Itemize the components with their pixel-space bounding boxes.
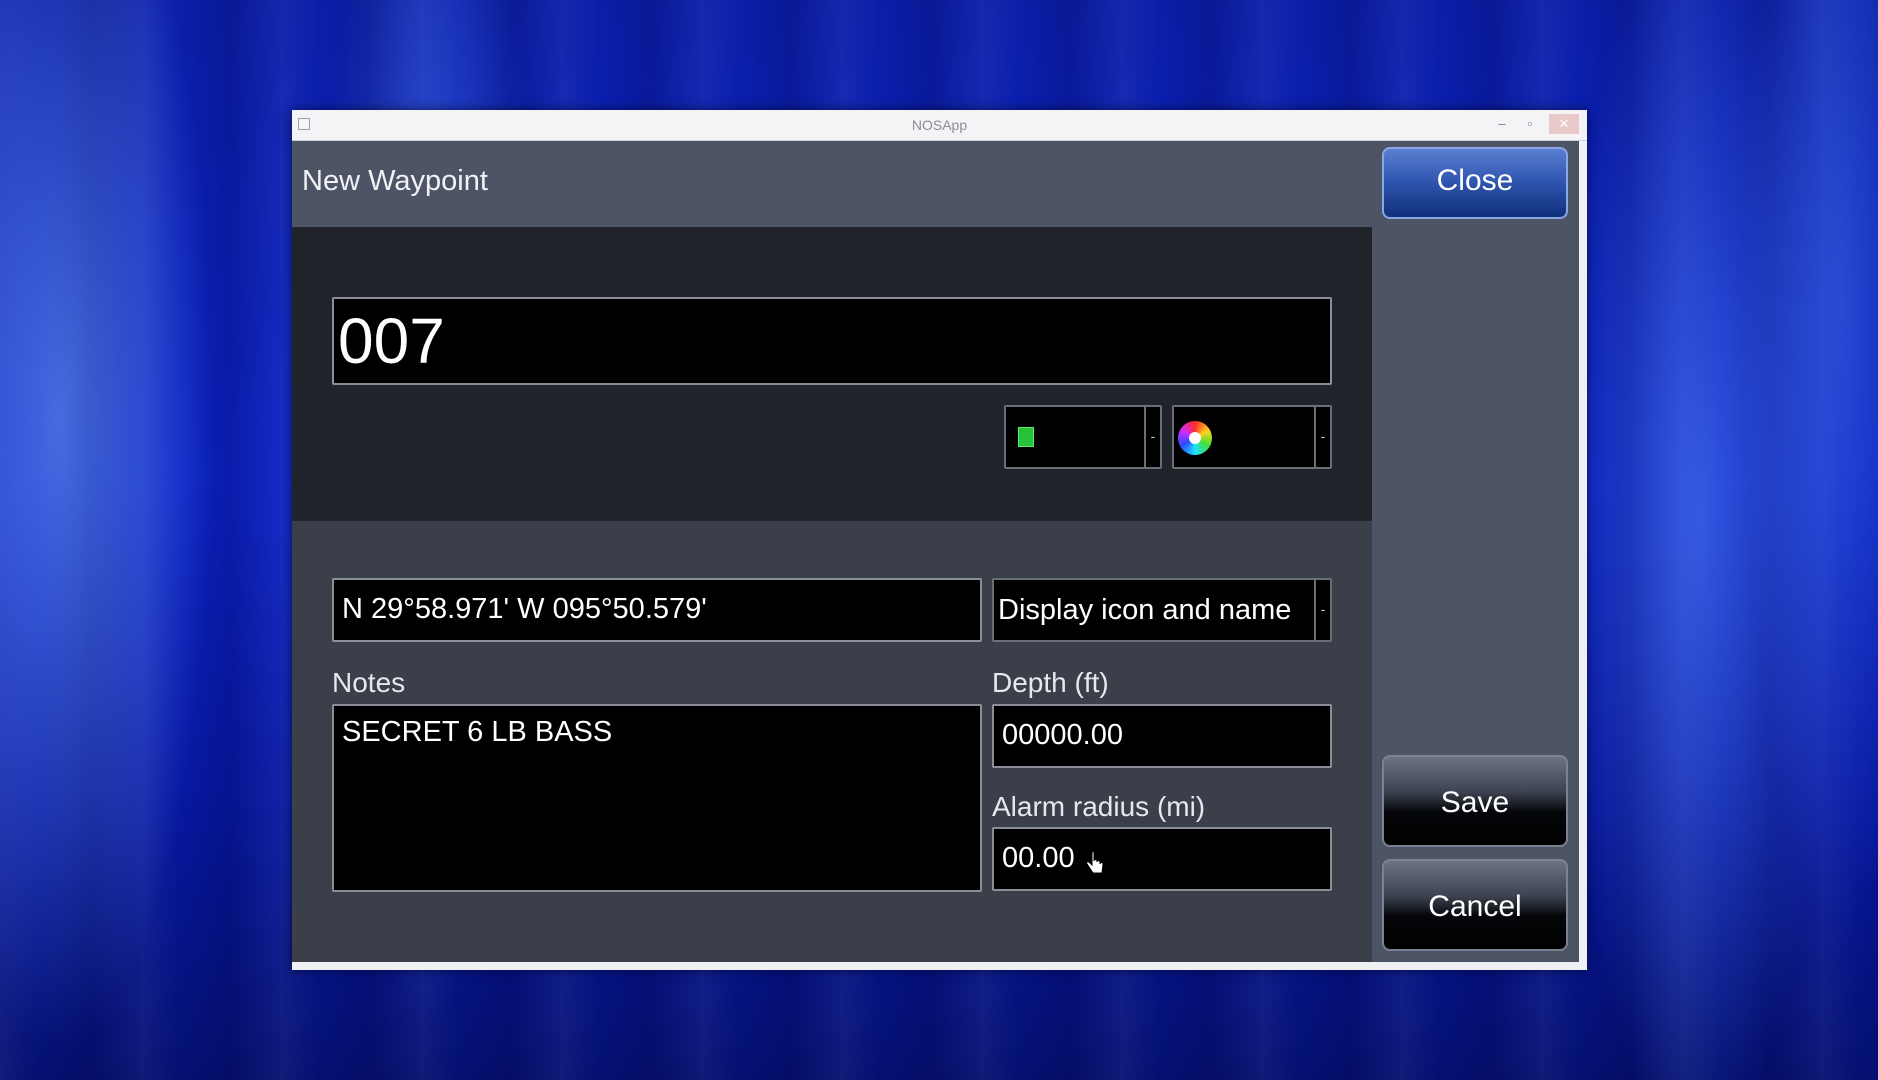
maximize-icon[interactable]: ▫ (1517, 114, 1543, 134)
save-button[interactable]: Save (1382, 755, 1568, 847)
close-button[interactable]: Close (1382, 147, 1568, 219)
close-window-icon[interactable]: ✕ (1549, 114, 1579, 134)
page-title: New Waypoint (302, 165, 488, 197)
chevron-down-icon: - (1314, 580, 1330, 640)
depth-label: Depth (ft) (992, 667, 1109, 698)
display-mode-label: Display icon and name (998, 594, 1292, 626)
app-window: NOSApp – ▫ ✕ New Waypoint 007 - - N 29°5… (292, 110, 1587, 970)
notes-field[interactable]: SECRET 6 LB BASS (332, 704, 982, 892)
cancel-button[interactable]: Cancel (1382, 859, 1568, 951)
waypoint-color-dropdown[interactable]: - (1172, 405, 1332, 469)
position-field[interactable]: N 29°58.971' W 095°50.579' (332, 578, 982, 642)
alarm-radius-label: Alarm radius (mi) (992, 791, 1206, 822)
depth-field[interactable]: 00000.00 (992, 704, 1332, 768)
display-mode-dropdown[interactable]: Display icon and name - (992, 578, 1332, 642)
name-panel: 007 - - (292, 227, 1372, 521)
hand-cursor-icon (1086, 851, 1104, 874)
window-titlebar[interactable]: NOSApp – ▫ ✕ (292, 110, 1587, 141)
color-wheel-icon (1178, 421, 1212, 455)
alarm-radius-field[interactable]: 00.00 (992, 827, 1332, 891)
chevron-down-icon: - (1314, 407, 1330, 467)
dialog-content: New Waypoint 007 - - N 29°58.971' W 095°… (292, 141, 1579, 962)
chevron-down-icon: - (1144, 407, 1160, 467)
notes-label: Notes (332, 667, 406, 698)
action-column: Close Save Cancel (1372, 141, 1579, 962)
minimize-icon[interactable]: – (1489, 114, 1515, 134)
waypoint-icon-dropdown[interactable]: - (1004, 405, 1162, 469)
details-panel: N 29°58.971' W 095°50.579' Display icon … (292, 521, 1372, 962)
dialog-header: New Waypoint (292, 141, 1372, 227)
window-title: NOSApp (911, 117, 968, 133)
waypoint-symbol-icon (1018, 427, 1034, 447)
waypoint-name-field[interactable]: 007 (332, 297, 1332, 385)
